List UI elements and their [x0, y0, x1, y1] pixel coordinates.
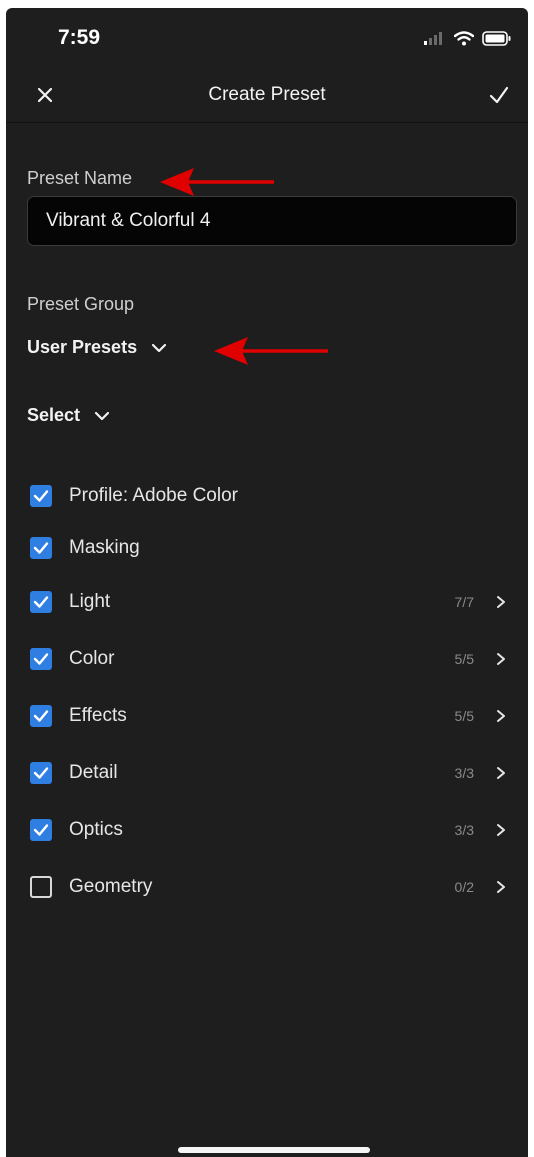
checkmark-icon[interactable] — [486, 82, 512, 108]
chevron-right-icon[interactable] — [494, 823, 508, 837]
select-label: Select — [27, 405, 81, 425]
chevron-down-icon — [94, 411, 110, 420]
status-bar: 7:59 — [6, 8, 528, 70]
nav-bar: Create Preset — [6, 70, 528, 123]
page-title: Create Preset — [208, 84, 326, 105]
list-item-count: 7/7 — [454, 594, 474, 610]
checkbox-checked-icon[interactable] — [30, 591, 52, 613]
preset-name-label: Preset Name — [27, 168, 133, 188]
annotation-arrow-icon — [160, 168, 274, 196]
list-item-label: Detail — [69, 762, 118, 783]
preset-group-value: User Presets — [27, 337, 138, 357]
home-indicator[interactable] — [178, 1147, 370, 1153]
list-item-label: Color — [69, 648, 115, 669]
list-item-count: 5/5 — [454, 708, 474, 724]
select-dropdown[interactable]: Select — [27, 405, 110, 426]
checkbox-checked-icon[interactable] — [30, 537, 52, 559]
list-item-masking[interactable]: Masking — [6, 528, 528, 568]
chevron-right-icon[interactable] — [494, 766, 508, 780]
chevron-right-icon[interactable] — [494, 709, 508, 723]
list-item-geometry[interactable]: Geometry 0/2 — [6, 867, 528, 907]
chevron-right-icon[interactable] — [494, 595, 508, 609]
list-item-optics[interactable]: Optics 3/3 — [6, 810, 528, 850]
list-item-color[interactable]: Color 5/5 — [6, 639, 528, 679]
list-item-detail[interactable]: Detail 3/3 — [6, 753, 528, 793]
status-time: 7:59 — [58, 26, 101, 49]
list-item-count: 3/3 — [454, 822, 474, 838]
battery-icon — [482, 30, 511, 46]
status-icons — [424, 28, 512, 48]
list-item-label: Effects — [69, 705, 127, 726]
list-item-count: 5/5 — [454, 651, 474, 667]
list-item-label: Masking — [69, 537, 140, 558]
checkbox-checked-icon[interactable] — [30, 762, 52, 784]
checkbox-checked-icon[interactable] — [30, 648, 52, 670]
list-item-effects[interactable]: Effects 5/5 — [6, 696, 528, 736]
list-item-label: Profile: Adobe Color — [69, 485, 238, 506]
preset-group-label: Preset Group — [27, 294, 135, 314]
checkbox-checked-icon[interactable] — [30, 819, 52, 841]
chevron-right-icon[interactable] — [494, 880, 508, 894]
list-item-count: 3/3 — [454, 765, 474, 781]
list-item-light[interactable]: Light 7/7 — [6, 582, 528, 622]
chevron-right-icon[interactable] — [494, 652, 508, 666]
chevron-down-icon — [151, 343, 167, 352]
annotation-arrow-icon — [214, 337, 328, 365]
list-item-profile[interactable]: Profile: Adobe Color — [6, 476, 528, 516]
phone-screen: 7:59 Create Preset Preset Name Vibrant &… — [6, 8, 528, 1157]
checkbox-checked-icon[interactable] — [30, 705, 52, 727]
list-item-label: Geometry — [69, 876, 153, 897]
wifi-icon — [454, 30, 474, 45]
list-item-label: Light — [69, 591, 111, 612]
checkbox-unchecked-icon[interactable] — [30, 876, 52, 898]
checkbox-checked-icon[interactable] — [30, 485, 52, 507]
signal-icon — [424, 32, 442, 45]
list-item-label: Optics — [69, 819, 123, 840]
preset-group-dropdown[interactable]: User Presets — [27, 337, 167, 358]
preset-name-input[interactable] — [27, 196, 517, 246]
list-item-count: 0/2 — [454, 879, 474, 895]
